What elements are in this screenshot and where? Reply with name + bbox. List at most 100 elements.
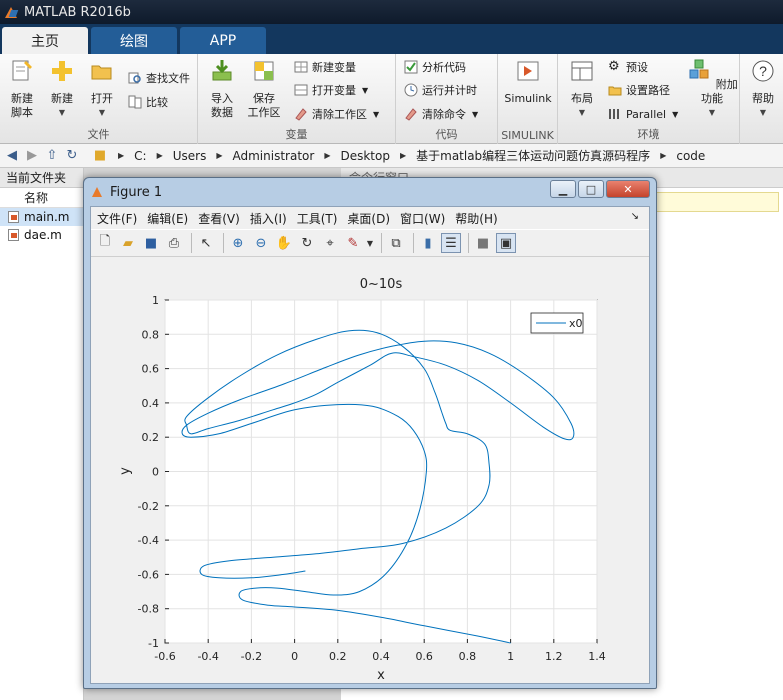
colorbar-icon[interactable]: ▮ xyxy=(418,233,438,253)
tab-plots[interactable]: 绘图 xyxy=(91,27,177,54)
find-files-button[interactable]: 查找文件 xyxy=(128,68,190,88)
zoom-in-icon[interactable]: ⊕ xyxy=(228,233,248,253)
menu-file[interactable]: 文件(F) xyxy=(97,210,137,227)
app-titlebar: MATLAB R2016b xyxy=(0,0,783,24)
save-workspace-label: 保存 工作区 xyxy=(247,92,281,119)
new-figure-icon[interactable]: 🗋 xyxy=(95,233,115,253)
preferences-button[interactable]: ⚙ 预设 xyxy=(608,57,648,77)
open-button[interactable]: 打开 ▼ xyxy=(82,58,122,120)
layout-button[interactable]: 布局 ▼ xyxy=(562,58,602,120)
chevron-down-icon: ▼ xyxy=(98,108,106,117)
new-variable-icon xyxy=(294,61,308,73)
y-tick-label: 0.8 xyxy=(142,328,160,341)
chevron-down-icon[interactable]: ▼ xyxy=(366,233,374,253)
run-and-time-button[interactable]: 运行并计时 xyxy=(404,80,477,100)
chevron-down-icon: ▼ xyxy=(472,109,479,119)
figure-toolbar: 🗋 ▰ ■ ⎙ ↖ ⊕ ⊖ ✋ ↻ ⌖ ✎ ▼ ⧉ ▮ ☰ ■ ▣ xyxy=(91,229,649,257)
tab-apps[interactable]: APP xyxy=(180,27,266,54)
zoom-out-icon[interactable]: ⊖ xyxy=(251,233,271,253)
tab-home[interactable]: 主页 xyxy=(2,27,88,54)
x-axis-label: x xyxy=(377,668,385,683)
up-folder-icon[interactable]: ⇧ xyxy=(44,148,60,164)
legend[interactable]: x0 xyxy=(530,312,584,334)
breadcrumb-separator-icon: ▶ xyxy=(216,151,223,160)
simulink-button[interactable]: Simulink xyxy=(502,58,554,106)
name-column-header[interactable]: 名称 xyxy=(0,188,83,208)
show-plot-tools-icon[interactable]: ▣ xyxy=(496,233,516,253)
breadcrumb-item[interactable]: C: xyxy=(134,149,146,163)
help-button[interactable]: ? 帮助 ▼ xyxy=(743,58,783,120)
app-title: MATLAB R2016b xyxy=(24,4,131,20)
menu-help[interactable]: 帮助(H) xyxy=(455,210,497,227)
import-data-icon xyxy=(212,60,232,81)
save-icon[interactable]: ■ xyxy=(141,233,161,253)
new-variable-button[interactable]: 新建变量 xyxy=(294,57,356,77)
file-name: dae.m xyxy=(24,228,62,242)
simulink-label: Simulink xyxy=(504,92,552,105)
set-path-button[interactable]: 设置路径 xyxy=(608,80,670,100)
x-tick-label: 0.6 xyxy=(415,650,433,663)
menu-view[interactable]: 查看(V) xyxy=(198,210,240,227)
new-button[interactable]: 新建 ▼ xyxy=(42,58,82,120)
chevron-down-icon: ▼ xyxy=(578,108,586,117)
plot-area[interactable]: 0~10s -0.6 -0.4 -0.2 0 0.2 0.4 0.6 0.8 1 1.2 1.4 1 0… xyxy=(91,257,649,683)
ribbon-group-environment: 布局 ▼ ⚙ 预设 设置路径 Parallel ▼ 附加功能 ▼ 环境 xyxy=(558,54,740,144)
chevron-down-icon: ▼ xyxy=(672,109,679,119)
rotate-3d-icon[interactable]: ↻ xyxy=(297,233,317,253)
compare-button[interactable]: 比较 xyxy=(128,92,168,112)
forward-arrow-icon[interactable]: ▶ xyxy=(24,148,40,164)
open-file-icon[interactable]: ▰ xyxy=(118,233,138,253)
brush-icon[interactable]: ✎ xyxy=(343,233,363,253)
breadcrumb-item[interactable]: 基于matlab编程三体运动问题仿真源码程序 xyxy=(416,147,650,164)
clear-commands-button[interactable]: 清除命令 ▼ xyxy=(404,104,478,124)
menu-insert[interactable]: 插入(I) xyxy=(250,210,287,227)
y-tick-label: 0 xyxy=(152,466,159,479)
breadcrumb-item[interactable]: Administrator xyxy=(233,149,315,163)
import-data-button[interactable]: 导入 数据 xyxy=(202,58,242,120)
print-icon[interactable]: ⎙ xyxy=(164,233,184,253)
save-workspace-button[interactable]: 保存 工作区 xyxy=(244,58,284,120)
file-item[interactable]: dae.m xyxy=(0,226,83,244)
link-plot-icon[interactable]: ⧉ xyxy=(386,233,406,253)
y-tick-label: -1 xyxy=(148,637,159,650)
chevron-down-icon: ▼ xyxy=(708,108,716,117)
open-variable-button[interactable]: 打开变量 ▼ xyxy=(294,80,368,100)
ribbon-tabs: 主页 绘图 APP xyxy=(0,24,783,54)
back-arrow-icon[interactable]: ◀ xyxy=(4,148,20,164)
folder-open-icon xyxy=(91,65,112,80)
menu-tools[interactable]: 工具(T) xyxy=(297,210,338,227)
figure-title: Figure 1 xyxy=(110,184,163,200)
dock-arrow-icon[interactable]: ↘ xyxy=(631,211,639,222)
clear-workspace-button[interactable]: 清除工作区 ▼ xyxy=(294,104,379,124)
analyze-code-button[interactable]: 分析代码 xyxy=(404,57,466,77)
breadcrumb-item[interactable]: Desktop xyxy=(340,149,390,163)
close-icon: ✕ xyxy=(623,182,633,196)
breadcrumb-item[interactable]: Users xyxy=(173,149,207,163)
toolbar-separator xyxy=(381,233,382,253)
hide-plot-tools-icon[interactable]: ■ xyxy=(473,233,493,253)
ribbon-group-variable: 导入 数据 保存 工作区 新建变量 打开变量 ▼ 清除工作区 ▼ 变量 xyxy=(198,54,396,144)
edit-plot-arrow-icon[interactable]: ↖ xyxy=(196,233,216,253)
y-tick-label: -0.4 xyxy=(138,534,159,547)
new-script-button[interactable]: 新建 脚本 xyxy=(2,58,42,120)
browse-folder-icon[interactable]: ↻ xyxy=(64,148,80,164)
maximize-button[interactable]: □ xyxy=(578,180,604,198)
figure-window[interactable]: Figure 1 ▁ □ ✕ 文件(F) 编辑(E) 查看(V) 插入(I) 工… xyxy=(83,177,657,689)
parallel-icon xyxy=(609,109,619,119)
layout-icon xyxy=(571,61,593,81)
close-button[interactable]: ✕ xyxy=(606,180,650,198)
legend-icon[interactable]: ☰ xyxy=(441,233,461,253)
menu-edit[interactable]: 编辑(E) xyxy=(147,210,188,227)
minimize-button[interactable]: ▁ xyxy=(550,180,576,198)
parallel-button[interactable]: Parallel ▼ xyxy=(608,104,678,124)
menu-window[interactable]: 窗口(W) xyxy=(400,210,445,227)
ribbon: 新建 脚本 新建 ▼ 打开 ▼ 查找文件 比较 文件 导入 数据 保存 工作区 … xyxy=(0,54,783,144)
breadcrumb-item[interactable]: code xyxy=(676,149,705,163)
file-item[interactable]: main.m xyxy=(0,208,83,226)
x-tick-label: 0.2 xyxy=(329,650,347,663)
data-cursor-icon[interactable]: ⌖ xyxy=(320,233,340,253)
pan-hand-icon[interactable]: ✋ xyxy=(274,233,294,253)
import-data-label: 导入 数据 xyxy=(211,92,233,119)
menu-desktop[interactable]: 桌面(D) xyxy=(347,210,390,227)
addons-button[interactable]: 附加功能 ▼ xyxy=(686,58,738,120)
